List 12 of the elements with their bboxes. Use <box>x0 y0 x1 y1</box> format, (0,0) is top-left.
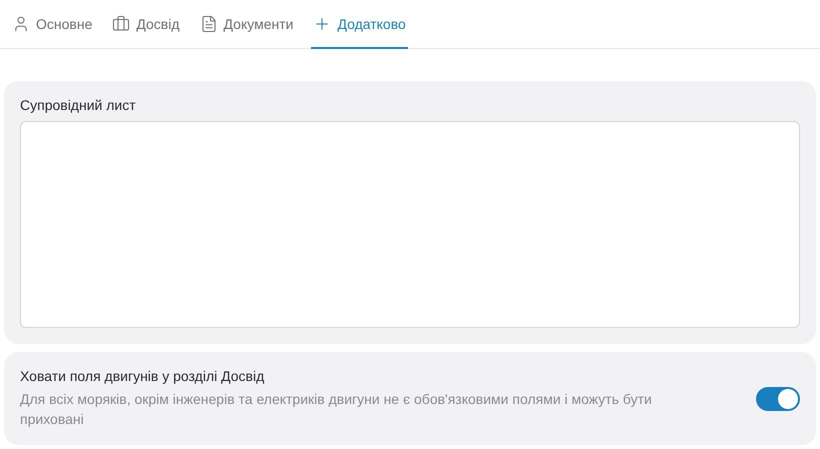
tab[interactable]: Основне <box>10 0 94 49</box>
cover-letter-field[interactable] <box>20 121 800 328</box>
person-icon <box>12 14 30 32</box>
toggle-switch[interactable] <box>756 386 800 410</box>
setting-title: Ховати поля двигунів у розділі Досвід <box>20 368 266 384</box>
setting-description: Для всіх моряків, окрім інженерів та електриків двигуни не є обов'язковими полями і можуть бути приховані <box>20 390 653 429</box>
tab[interactable]: Документи <box>198 0 296 49</box>
tab[interactable]: Додатково <box>311 0 408 49</box>
field-label: Супровідний лист <box>20 97 137 113</box>
briefcase-icon <box>112 14 130 32</box>
tab[interactable]: Досвід <box>110 0 182 49</box>
document-icon <box>200 14 218 32</box>
